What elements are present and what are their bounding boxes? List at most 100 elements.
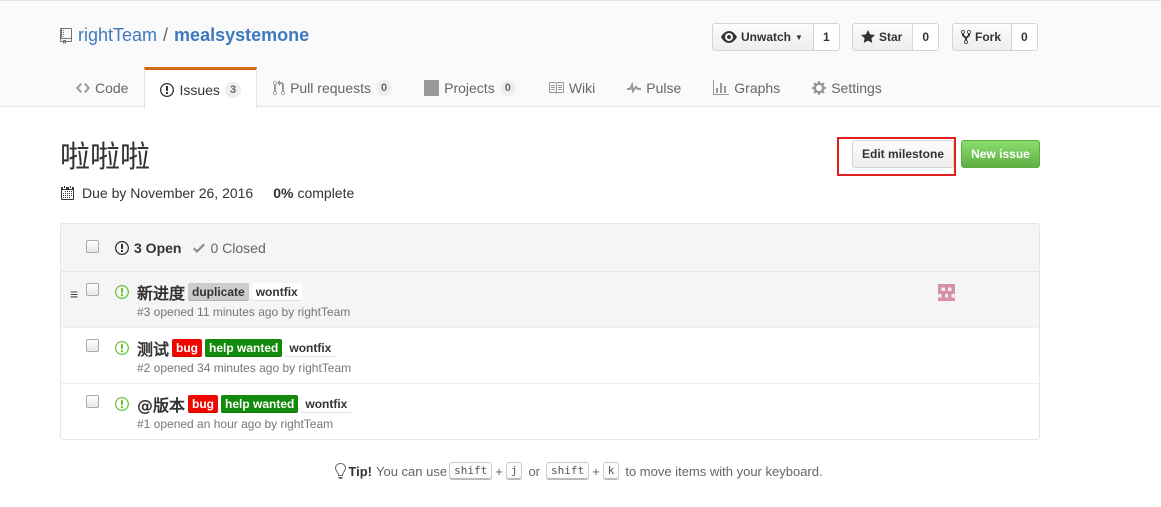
label-bug[interactable]: bug: [188, 395, 219, 413]
tab-code[interactable]: Code: [60, 67, 144, 108]
tab-projects-label: Projects: [444, 80, 495, 96]
tab-settings-label: Settings: [831, 80, 882, 96]
label-bug[interactable]: bug: [172, 339, 203, 357]
label-wontfix[interactable]: wontfix: [301, 395, 352, 413]
issue-opened-icon: [115, 285, 129, 299]
select-all-checkbox[interactable]: [86, 240, 99, 253]
milestone-meta: Due by November 26, 2016 0% complete: [60, 185, 354, 201]
issue-title-link[interactable]: @版本: [137, 392, 185, 416]
open-issues-count: 3 Open: [134, 240, 182, 256]
assignee-avatar[interactable]: [938, 284, 955, 301]
tab-pull-requests[interactable]: Pull requests 0: [257, 67, 408, 108]
label-duplicate[interactable]: duplicate: [188, 283, 249, 301]
repo-icon: [60, 27, 72, 44]
eye-icon: [721, 31, 737, 43]
kbd-j: j: [505, 462, 523, 480]
tab-settings[interactable]: Settings: [796, 67, 898, 108]
label-wontfix[interactable]: wontfix: [251, 283, 302, 301]
issue-title-link[interactable]: 新进度: [137, 280, 185, 304]
edit-milestone-button[interactable]: Edit milestone: [852, 140, 954, 168]
tab-pulse[interactable]: Pulse: [611, 67, 697, 108]
book-icon: [548, 82, 564, 94]
issue-title-line: @版本 bug help wanted wontfix: [137, 392, 354, 416]
fork-button-group: Fork 0: [952, 23, 1038, 51]
drag-handle-icon[interactable]: ≡: [70, 286, 78, 302]
closed-issues-count: 0 Closed: [210, 240, 266, 256]
milestone-due-date: Due by November 26, 2016: [82, 185, 254, 201]
plus-sign: +: [495, 463, 503, 479]
tip-heading: Tip!: [348, 463, 372, 479]
label-wontfix[interactable]: wontfix: [285, 339, 336, 357]
fork-label: Fork: [975, 30, 1002, 44]
star-label: Star: [879, 30, 903, 44]
fork-button[interactable]: Fork: [953, 24, 1013, 50]
issue-checkbox[interactable]: [86, 339, 99, 352]
issue-meta: #3 opened 11 minutes ago by rightTeam: [137, 305, 351, 319]
pulse-icon: [627, 81, 642, 94]
issue-row[interactable]: @版本 bug help wanted wontfix #1 opened an…: [61, 384, 1039, 440]
tab-pull-requests-label: Pull requests: [290, 80, 371, 96]
kbd-shift: shift: [449, 462, 493, 480]
watch-button-group: Unwatch ▼ 1: [712, 23, 840, 51]
issue-meta: #1 opened an hour ago by rightTeam: [137, 417, 334, 431]
watchers-count[interactable]: 1: [813, 24, 839, 50]
repo-title: rightTeam / mealsystemone: [60, 25, 309, 46]
tab-wiki[interactable]: Wiki: [532, 67, 611, 108]
git-pull-request-icon: [273, 80, 286, 96]
check-icon: [193, 243, 206, 253]
calendar-icon: [61, 186, 74, 200]
issues-list: 3 Open 0 Closed ≡ 新进度 duplicate wontfix …: [60, 223, 1040, 440]
issue-opened-icon: [160, 82, 175, 97]
forks-count[interactable]: 0: [1012, 24, 1037, 50]
stargazers-count[interactable]: 0: [913, 24, 939, 50]
new-issue-button[interactable]: New issue: [961, 140, 1040, 168]
gear-icon: [812, 81, 827, 95]
code-icon: [76, 83, 90, 93]
tip-text-end: to move items with your keyboard.: [625, 463, 823, 479]
issue-title-link[interactable]: 测试: [137, 336, 169, 360]
repo-owner-link[interactable]: rightTeam: [78, 25, 157, 46]
plus-sign: +: [592, 463, 600, 479]
tab-projects[interactable]: Projects 0: [408, 67, 532, 108]
label-help-wanted[interactable]: help wanted: [221, 395, 299, 413]
unwatch-label: Unwatch: [741, 30, 792, 44]
milestone-percent: 0%: [273, 185, 294, 201]
star-button-group: Star 0: [852, 23, 940, 51]
tab-code-label: Code: [95, 80, 129, 96]
unwatch-button[interactable]: Unwatch ▼: [713, 24, 814, 50]
tip-text-start: You can use: [376, 463, 448, 479]
tab-pulse-label: Pulse: [646, 80, 682, 96]
issue-opened-icon: [115, 341, 129, 355]
tab-issues-label: Issues: [179, 81, 220, 98]
repo-forked-icon: [961, 29, 971, 45]
tab-issues[interactable]: Issues 3: [144, 67, 258, 109]
chevron-down-icon: ▼: [795, 32, 803, 42]
tab-graphs-label: Graphs: [734, 80, 781, 96]
open-issues-filter[interactable]: 3 Open: [115, 240, 181, 256]
issue-title-line: 新进度 duplicate wontfix: [137, 280, 305, 304]
issue-opened-icon: [115, 397, 129, 411]
keyboard-tip: Tip! You can use shift + j or shift + k to m…: [0, 462, 1161, 480]
kbd-shift: shift: [546, 462, 590, 480]
repo-nav-tabs: Code Issues 3 Pull requests 0 Projects 0…: [60, 67, 898, 109]
tab-pull-requests-counter: 0: [376, 80, 393, 96]
star-icon: [861, 30, 875, 43]
graph-icon: [713, 80, 730, 95]
closed-issues-filter[interactable]: 0 Closed: [193, 240, 266, 256]
label-help-wanted[interactable]: help wanted: [205, 339, 283, 357]
milestone-title: 啦啦啦: [60, 140, 150, 175]
tab-projects-counter: 0: [499, 80, 516, 96]
star-button[interactable]: Star: [853, 24, 914, 50]
tab-graphs[interactable]: Graphs: [697, 67, 796, 108]
issue-title-line: 测试 bug help wanted wontfix: [137, 336, 338, 360]
kbd-k: k: [602, 462, 620, 480]
repo-path-separator: /: [163, 25, 169, 45]
issue-row[interactable]: 测试 bug help wanted wontfix #2 opened 34 …: [61, 328, 1039, 384]
issue-checkbox[interactable]: [86, 283, 99, 296]
issue-checkbox[interactable]: [86, 395, 99, 408]
issue-row[interactable]: ≡ 新进度 duplicate wontfix #3 opened 11 min…: [61, 272, 1039, 328]
repo-name-link[interactable]: mealsystemone: [174, 25, 309, 46]
tab-issues-counter: 3: [224, 81, 242, 98]
tab-wiki-label: Wiki: [568, 80, 596, 96]
tip-or: or: [528, 463, 540, 479]
